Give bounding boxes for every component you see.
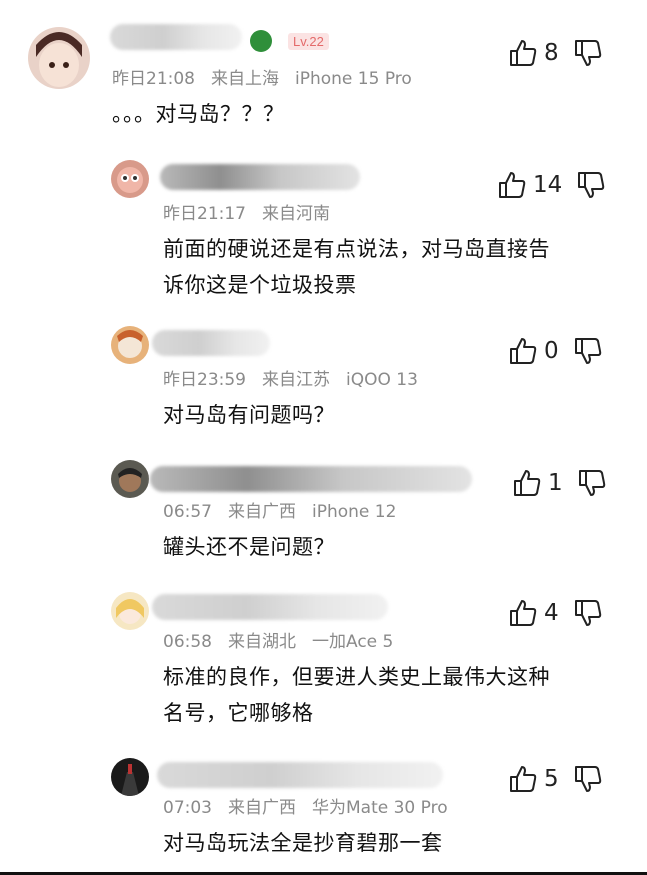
thumbs-down-icon[interactable] [573, 598, 603, 628]
avatar[interactable] [28, 27, 90, 89]
like-count: 1 [548, 470, 563, 496]
comment-meta: 06:57 来自广西 iPhone 12 [163, 497, 412, 522]
comment-time: 07:03 [163, 798, 212, 818]
comment-meta: 06:58 来自湖北 一加Ace 5 [163, 627, 409, 652]
like-group: 14 [497, 170, 606, 200]
comment-text: 对马岛有问题吗？ [163, 397, 335, 433]
thumbs-up-icon[interactable] [497, 170, 527, 200]
comment-meta: 昨日21:17 来自河南 [163, 199, 362, 224]
reply-item: 06:58 来自湖北 一加Ace 5 标准的良作，但要进人类史上最伟大这种 名号，它… [0, 584, 647, 744]
like-count: 4 [544, 600, 559, 626]
avatar[interactable] [111, 326, 149, 364]
like-group: 5 [508, 764, 603, 794]
username-blurred[interactable] [160, 164, 360, 190]
comment-text: 标准的良作，但要进人类史上最伟大这种 名号，它哪够格 [163, 659, 550, 731]
comment-device: iPhone 15 Pro [295, 69, 412, 89]
thumbs-up-icon[interactable] [508, 598, 538, 628]
avatar[interactable] [111, 460, 149, 498]
comment-time: 昨日23:59 [163, 370, 246, 390]
comment-text-line: 名号，它哪够格 [163, 701, 314, 725]
comment-time: 昨日21:08 [112, 69, 195, 89]
username-blurred[interactable] [152, 330, 270, 356]
comment-location: 来自广西 [228, 798, 296, 818]
comment-text: 前面的硬说还是有点说法，对马岛直接告 诉你这是个垃圾投票 [163, 231, 550, 303]
thumbs-up-icon[interactable] [512, 468, 542, 498]
comment-text: 罐头还不是问题？ [163, 529, 335, 565]
like-group: 1 [512, 468, 607, 498]
comment-text-line: 。。。对马岛？？？ [112, 102, 285, 126]
comment-text-line: 对马岛玩法全是抄育碧那一套 [163, 831, 443, 855]
reply-item: 07:03 来自广西 华为Mate 30 Pro 对马岛玩法全是抄育碧那一套 5 [0, 752, 647, 872]
comment-device: iQOO 13 [346, 370, 418, 390]
thumbs-up-icon[interactable] [508, 38, 538, 68]
thumbs-down-icon[interactable] [573, 336, 603, 366]
comment-time: 06:58 [163, 632, 212, 652]
thumbs-down-icon[interactable] [577, 468, 607, 498]
like-group: 0 [508, 336, 603, 366]
comment-location: 来自江苏 [262, 370, 330, 390]
thumbs-down-icon[interactable] [573, 764, 603, 794]
reply-item: 06:57 来自广西 iPhone 12 罐头还不是问题？ 1 [0, 452, 647, 582]
like-count: 8 [544, 40, 559, 66]
like-group: 8 [508, 38, 603, 68]
xbox-icon [250, 30, 272, 52]
thumbs-down-icon[interactable] [576, 170, 606, 200]
comment-text-line: 对马岛有问题吗？ [163, 403, 335, 427]
like-count: 5 [544, 766, 559, 792]
username-blurred[interactable] [157, 762, 443, 788]
comment-text-line: 前面的硬说还是有点说法，对马岛直接告 [163, 237, 550, 261]
comment-device: 华为Mate 30 Pro [312, 798, 448, 818]
username-blurred[interactable] [150, 466, 472, 492]
username-blurred[interactable] [152, 594, 388, 620]
thumbs-up-icon[interactable] [508, 336, 538, 366]
comment-time: 昨日21:17 [163, 204, 246, 224]
like-count: 0 [544, 338, 559, 364]
like-group: 4 [508, 598, 603, 628]
comment-item: Lv.22 昨日21:08 来自上海 iPhone 15 Pro 。。。对马岛？？？… [0, 0, 647, 140]
comment-device: iPhone 12 [312, 502, 397, 522]
comment-location: 来自湖北 [228, 632, 296, 652]
avatar[interactable] [111, 592, 149, 630]
comment-text-line: 诉你这是个垃圾投票 [163, 273, 357, 297]
comment-meta: 昨日21:08 来自上海 iPhone 15 Pro [112, 64, 428, 89]
comment-location: 来自上海 [211, 69, 279, 89]
comment-time: 06:57 [163, 502, 212, 522]
reply-item: 昨日21:17 来自河南 前面的硬说还是有点说法，对马岛直接告 诉你这是个垃圾投票… [0, 150, 647, 310]
comment-meta: 07:03 来自广西 华为Mate 30 Pro [163, 793, 464, 818]
comment-text-line: 标准的良作，但要进人类史上最伟大这种 [163, 665, 550, 689]
avatar[interactable] [111, 160, 149, 198]
comment-location: 来自河南 [262, 204, 330, 224]
thumbs-up-icon[interactable] [508, 764, 538, 794]
level-badge: Lv.22 [288, 33, 329, 50]
comment-meta: 昨日23:59 来自江苏 iQOO 13 [163, 365, 434, 390]
avatar[interactable] [111, 758, 149, 796]
reply-item: 昨日23:59 来自江苏 iQOO 13 对马岛有问题吗？ 0 [0, 318, 647, 448]
comment-text: 。。。对马岛？？？ [112, 96, 285, 132]
comment-text: 对马岛玩法全是抄育碧那一套 [163, 825, 443, 861]
username-blurred[interactable] [110, 24, 242, 50]
comment-device: 一加Ace 5 [312, 632, 394, 652]
like-count: 14 [533, 172, 563, 198]
comment-location: 来自广西 [228, 502, 296, 522]
comment-text-line: 罐头还不是问题？ [163, 535, 335, 559]
thumbs-down-icon[interactable] [573, 38, 603, 68]
